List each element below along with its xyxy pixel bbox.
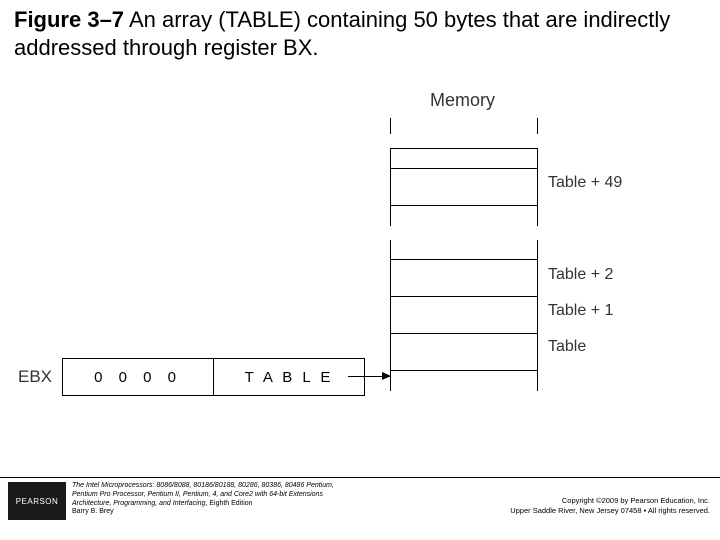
- copyright: Copyright ©2009 by Pearson Education, In…: [392, 478, 720, 516]
- register-name: EBX: [18, 367, 52, 387]
- memory-column: Table + 49 Table + 2 Table + 1 Table: [390, 118, 538, 391]
- book-citation: The Intel Microprocessors: 8086/8088, 80…: [72, 478, 392, 517]
- figure-label: Figure 3–7: [14, 7, 124, 32]
- memory-segment-lower-tail: [390, 371, 538, 391]
- memory-cell-1: [390, 333, 538, 371]
- memory-segment-upper-tail: [390, 206, 538, 226]
- memory-segment-lower-head: [390, 240, 538, 260]
- memory-heading: Memory: [430, 90, 495, 111]
- book-title-line1: The Intel Microprocessors: 8086/8088, 80…: [72, 482, 334, 489]
- memory-cell-3: [390, 259, 538, 297]
- diagram: Memory Table + 49 Table + 2 Table + 1 Ta…: [0, 90, 720, 470]
- memory-label-top: Table + 49: [548, 174, 622, 192]
- pointer-arrow: [348, 376, 390, 377]
- footer: PEARSON The Intel Microprocessors: 8086/…: [0, 477, 720, 540]
- copyright-line2: Upper Saddle River, New Jersey 07458 • A…: [510, 506, 710, 515]
- memory-label-2: Table + 1: [548, 302, 613, 320]
- book-author: Barry B. Brey: [72, 508, 114, 515]
- memory-open-top: [390, 118, 538, 134]
- memory-label-3: Table + 2: [548, 266, 613, 284]
- memory-segment-upper: [390, 148, 538, 169]
- figure-caption: Figure 3–7 An array (TABLE) containing 5…: [0, 0, 720, 61]
- memory-cell-2: [390, 296, 538, 334]
- register-high-word: 0 0 0 0: [62, 358, 214, 396]
- register-row: EBX 0 0 0 0 T A B L E: [18, 358, 365, 396]
- book-title-line2: Pentium Pro Processor, Pentium II, Penti…: [72, 491, 323, 498]
- book-title-line3a: Architecture, Programming, and Interfaci…: [72, 500, 205, 507]
- pearson-logo: PEARSON: [8, 482, 66, 520]
- memory-label-1: Table: [548, 338, 586, 356]
- memory-cell-top: [390, 168, 538, 206]
- book-title-line3b: , Eighth Edition: [205, 500, 252, 507]
- register-low-word: T A B L E: [214, 358, 365, 396]
- copyright-line1: Copyright ©2009 by Pearson Education, In…: [562, 496, 710, 505]
